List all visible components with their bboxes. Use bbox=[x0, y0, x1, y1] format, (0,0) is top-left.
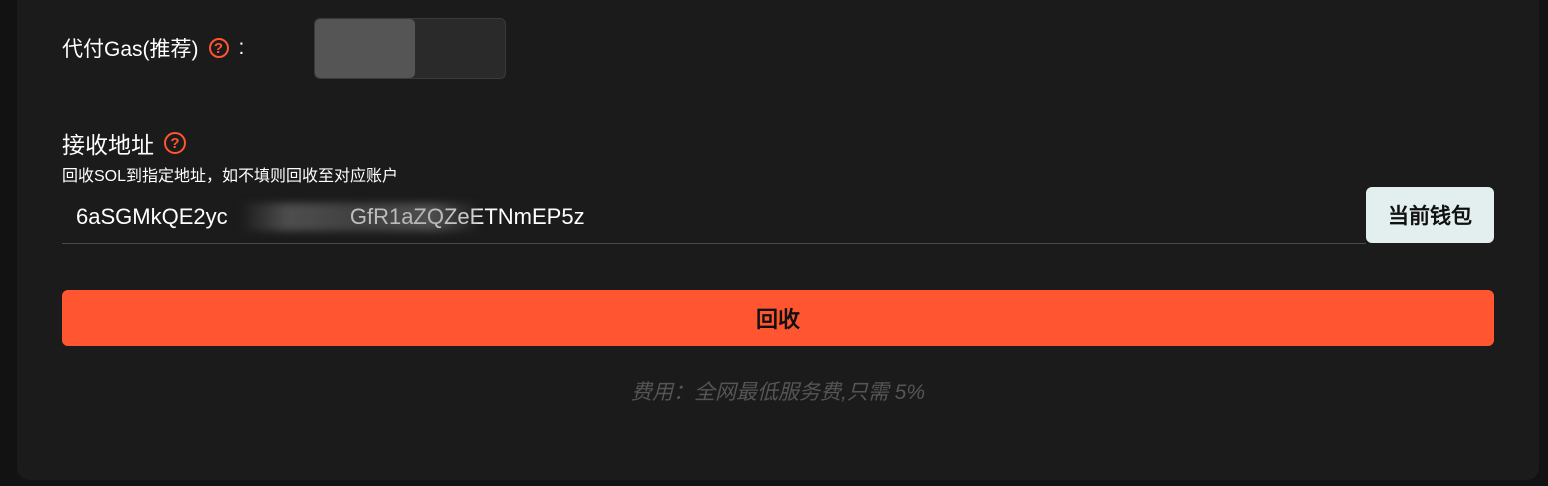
current-wallet-button[interactable]: 当前钱包 bbox=[1366, 187, 1494, 243]
address-help-icon[interactable]: ? bbox=[164, 132, 186, 154]
gas-sponsor-row: 代付Gas(推荐) ? : bbox=[62, 18, 244, 78]
gas-sponsor-toggle[interactable] bbox=[314, 18, 506, 79]
receive-address-header: 接收地址 ? bbox=[62, 126, 186, 160]
fee-note: 费用：全网最低服务费,只需 5% bbox=[630, 381, 926, 404]
toggle-knob bbox=[315, 19, 415, 78]
receive-address-title: 接收地址 bbox=[62, 132, 154, 158]
receive-address-input[interactable] bbox=[62, 190, 1366, 244]
receive-address-description: 回收SOL到指定地址，如不填则回收至对应账户 bbox=[62, 168, 399, 185]
recycle-button[interactable]: 回收 bbox=[62, 290, 1494, 346]
gas-help-icon[interactable]: ? bbox=[208, 38, 229, 58]
gas-sponsor-label: 代付Gas(推荐) bbox=[62, 38, 199, 61]
gas-label-colon: : bbox=[238, 36, 245, 59]
